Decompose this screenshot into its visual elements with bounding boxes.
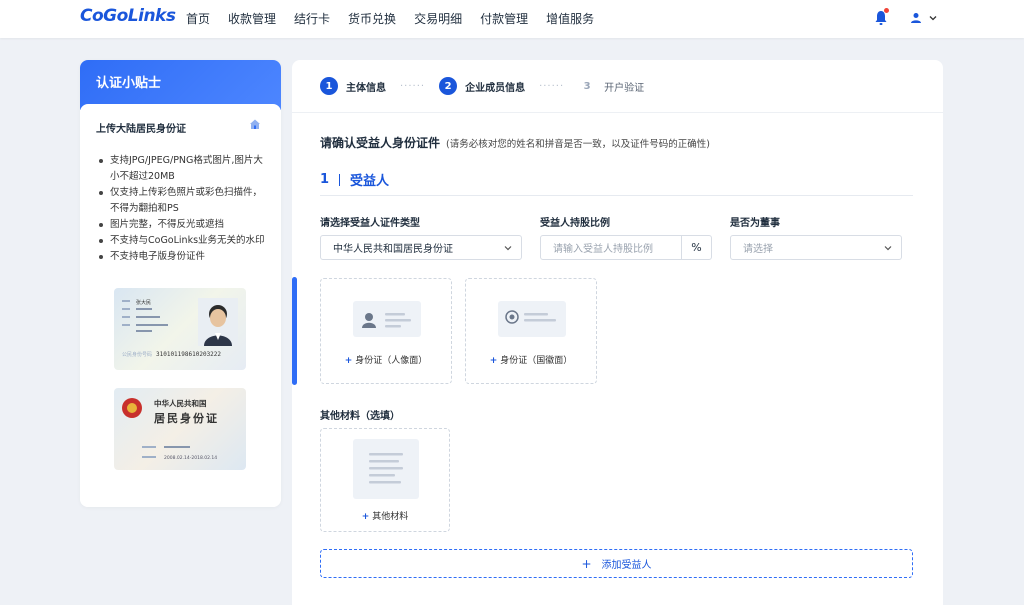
- id-back-thumbnail: [498, 301, 566, 337]
- step-2-number: 2: [439, 77, 458, 95]
- percent-unit: %: [681, 236, 711, 259]
- upload-id-front-label: + 身份证（人像面）: [344, 356, 428, 366]
- step-1-number: 1: [320, 77, 338, 95]
- document-icon: [369, 453, 403, 484]
- upload-other-label: + 其他材料: [361, 512, 409, 522]
- card-validity: 2008.02.14-2018.02.14: [164, 455, 217, 461]
- list-item: 不支持与CoGoLinks业务无关的水印: [96, 233, 265, 249]
- divider: [292, 112, 943, 113]
- list-item: 支持JPG/JPEG/PNG格式图片,图片大小不超过20MB: [96, 153, 265, 185]
- nav-item-receipts[interactable]: 收款管理: [228, 10, 276, 27]
- section-heading-note: (请务必核对您的姓名和拼音是否一致，以及证件号码的正确性): [446, 139, 710, 150]
- progress-steps: 1 主体信息 ······ 2 企业成员信息 ······ 3 开户验证: [320, 76, 644, 96]
- upload-id-front-text: 身份证（人像面）: [355, 356, 428, 366]
- add-beneficiary-label: 添加受益人: [601, 560, 652, 571]
- id-type-selected-value: 中华人民共和国居民身份证: [333, 244, 453, 255]
- nav-item-currency-exchange[interactable]: 货币兑换: [348, 10, 396, 27]
- document-thumbnail: [353, 439, 419, 499]
- upload-id-back-label: + 身份证（国徽面）: [489, 356, 573, 366]
- home-icon: [250, 119, 260, 129]
- director-select[interactable]: 请选择: [730, 235, 902, 260]
- upload-other-text: 其他材料: [372, 512, 409, 522]
- user-icon: [911, 13, 921, 23]
- step-3-number: 3: [583, 80, 591, 92]
- top-navigation-bar: CoGoLinks 首页 收款管理 结行卡 货币兑换 交易明细 付款管理 增值服…: [0, 0, 1024, 38]
- share-ratio-input[interactable]: 请输入受益人持股比例 %: [540, 235, 712, 260]
- id-card-front-sample: 张大民 公民身份号码 310101198610203222: [114, 288, 246, 370]
- chevron-down-icon: [929, 16, 937, 21]
- id-card-portrait-icon: [362, 313, 411, 328]
- step-1-label: 主体信息: [346, 82, 386, 94]
- cogolinks-logo[interactable]: CoGoLinks: [80, 6, 176, 26]
- step-2-label: 企业成员信息: [465, 82, 526, 94]
- id-front-thumbnail: [353, 301, 421, 337]
- nav-item-payments[interactable]: 付款管理: [480, 10, 528, 27]
- upload-id-back[interactable]: + 身份证（国徽面）: [465, 278, 597, 384]
- beneficiary-label: 受益人: [350, 174, 390, 189]
- nav-item-home[interactable]: 首页: [186, 10, 210, 27]
- main-nav: 首页 收款管理 结行卡 货币兑换 交易明细 付款管理 增值服务: [186, 10, 612, 27]
- upload-other-materials[interactable]: + 其他材料: [320, 428, 450, 532]
- nav-item-value-added[interactable]: 增值服务: [546, 10, 594, 27]
- nav-item-settlement-card[interactable]: 结行卡: [294, 10, 330, 27]
- add-beneficiary-button[interactable]: + 添加受益人: [320, 549, 913, 578]
- card-name: 张大民: [136, 299, 151, 306]
- step-3-label: 开户验证: [604, 82, 645, 94]
- director-placeholder: 请选择: [743, 244, 773, 255]
- upload-id-front[interactable]: + 身份证（人像面）: [320, 278, 452, 384]
- verification-tips-card: 认证小贴士 上传大陆居民身份证 支持JPG/JPEG/PNG格式图片,图片大小不…: [80, 60, 281, 507]
- id-type-select[interactable]: 中华人民共和国居民身份证: [320, 235, 522, 260]
- nav-item-transactions[interactable]: 交易明细: [414, 10, 462, 27]
- upload-id-back-text: 身份证（国徽面）: [500, 356, 573, 366]
- share-ratio-label: 受益人持股比例: [540, 218, 610, 229]
- id-type-label: 请选择受益人证件类型: [320, 218, 420, 229]
- share-ratio-placeholder: 请输入受益人持股比例: [553, 244, 653, 255]
- card-back-subtitle: 居民身份证: [154, 411, 219, 425]
- tips-subtitle: 上传大陆居民身份证: [96, 124, 186, 135]
- list-item: 仅支持上传彩色照片或彩色扫描件，不得为翻拍和PS: [96, 185, 265, 217]
- tips-list: 支持JPG/JPEG/PNG格式图片,图片大小不超过20MB 仅支持上传彩色照片…: [96, 153, 265, 265]
- tips-title: 认证小贴士: [96, 76, 162, 91]
- user-menu[interactable]: [910, 10, 944, 26]
- id-card-back-illustration: 中华人民共和国 居民身份证 2008.02.14-2018.02.14: [122, 398, 219, 461]
- chevron-down-icon: [884, 246, 892, 251]
- card-number: 310101198610203222: [156, 351, 221, 358]
- list-item: 不支持电子版身份证件: [96, 249, 265, 265]
- director-label: 是否为董事: [730, 218, 780, 229]
- tips-header: 认证小贴士: [80, 60, 281, 110]
- beneficiary-heading: 1 受益人: [320, 170, 389, 189]
- id-card-back-sample: 中华人民共和国 居民身份证 2008.02.14-2018.02.14: [114, 388, 246, 470]
- scroll-indicator[interactable]: [292, 277, 297, 385]
- section-heading-text: 请确认受益人身份证件: [320, 136, 441, 150]
- chevron-down-icon: [504, 246, 512, 251]
- notification-dot: [884, 8, 889, 13]
- id-card-front-illustration: 张大民 公民身份号码 310101198610203222: [122, 298, 238, 358]
- heading-separator: [339, 173, 341, 186]
- national-emblem-card-icon: [505, 310, 556, 324]
- plus-icon: +: [581, 556, 592, 571]
- step-divider: ······: [539, 80, 565, 92]
- card-back-title: 中华人民共和国: [154, 398, 207, 408]
- other-materials-title: 其他材料（选填）: [320, 411, 400, 422]
- beneficiary-index: 1: [320, 172, 330, 187]
- svg-text:公民身份号码: 公民身份号码: [122, 351, 152, 358]
- list-item: 图片完整，不得反光或遮挡: [96, 217, 265, 233]
- divider: [320, 195, 913, 196]
- section-heading: 请确认受益人身份证件 (请务必核对您的姓名和拼音是否一致，以及证件号码的正确性): [320, 134, 710, 151]
- step-divider: ······: [400, 80, 426, 92]
